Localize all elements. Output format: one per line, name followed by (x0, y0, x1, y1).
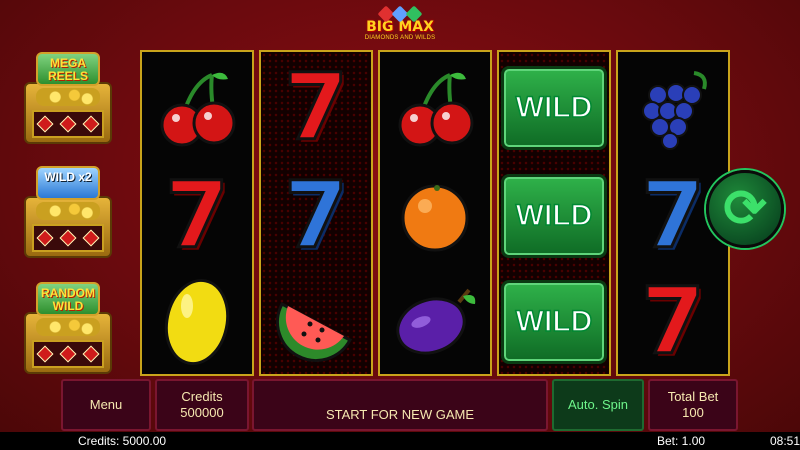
credits-display: Credits 500000 (155, 379, 249, 431)
reel-1: 7 (140, 50, 254, 376)
game-logo: BIG MAX DIAMONDS AND WILDS (355, 5, 445, 48)
status-bet: Bet: 1.00 (657, 434, 706, 448)
total-bet-label: Total Bet (667, 389, 719, 404)
menu-label: Menu (89, 397, 123, 412)
watermelon-icon (261, 268, 371, 376)
feature-label: WILD x2 (36, 166, 100, 200)
wild-label: WILD (515, 198, 593, 233)
treasure-chest-icon (24, 82, 112, 144)
reel-3 (378, 50, 492, 376)
gold-coins-icon (36, 318, 100, 336)
message-panel: START FOR NEW GAME (252, 379, 548, 431)
credits-value: 500000 (180, 405, 224, 420)
seven-glyph: 7 (639, 162, 706, 269)
feature-wild-x2: WILD x2 (18, 166, 118, 266)
feature-mega-reels: MEGA REELS (18, 52, 118, 152)
status-clock: 08:51 (770, 434, 800, 448)
blue-seven-icon: 7 (261, 162, 371, 270)
seven-glyph: 7 (282, 162, 349, 269)
feature-label: RANDOM WILD (36, 282, 100, 316)
status-credits: Credits: 5000.00 (78, 434, 167, 448)
chest-gem-plate (32, 340, 104, 368)
status-bar: Credits: 5000.00 Bet: 1.00 08:51 (0, 432, 800, 450)
reel-2: 7 7 (259, 50, 373, 376)
treasure-chest-icon (24, 196, 112, 258)
red-seven-icon: 7 (142, 162, 252, 270)
wild-label: WILD (515, 90, 593, 125)
autospin-button[interactable]: Auto. Spin (552, 379, 644, 431)
red-seven-icon: 7 (618, 268, 728, 376)
chest-gem-plate (32, 110, 104, 138)
treasure-chest-icon (24, 312, 112, 374)
game-stage: BIG MAX DIAMONDS AND WILDS MEGA REELS WI… (0, 0, 800, 432)
seven-glyph: 7 (163, 162, 230, 269)
cherry-icon (142, 54, 252, 162)
seven-glyph: 7 (639, 268, 706, 375)
reel-4: WILD WILD WILD (497, 50, 611, 376)
seven-glyph: 7 (282, 54, 349, 161)
feature-random-wild: RANDOM WILD (18, 282, 118, 382)
grapes-icon (618, 54, 728, 162)
total-bet-button[interactable]: Total Bet 100 (648, 379, 738, 431)
cherry-icon (380, 54, 490, 162)
chest-gem-plate (32, 224, 104, 252)
autospin-label: Auto. Spin (568, 397, 628, 412)
wild-symbol: WILD (499, 54, 609, 162)
credits-label: Credits (181, 389, 223, 404)
gold-coins-icon (36, 88, 100, 106)
wild-symbol: WILD (499, 268, 609, 376)
game-message: START FOR NEW GAME (325, 407, 475, 422)
wild-symbol: WILD (499, 162, 609, 270)
logo-title: BIG MAX (366, 19, 434, 35)
gold-coins-icon (36, 202, 100, 220)
red-seven-icon: 7 (261, 54, 371, 162)
orange-icon (380, 162, 490, 270)
logo-subtitle: DIAMONDS AND WILDS (364, 35, 436, 41)
spin-button[interactable]: ⟳ (706, 170, 784, 248)
plum-icon (380, 268, 490, 376)
lemon-icon (142, 268, 252, 376)
logo-gems (355, 5, 445, 23)
total-bet-value: 100 (682, 405, 704, 420)
wild-label: WILD (515, 304, 593, 339)
menu-button[interactable]: Menu (61, 379, 151, 431)
feature-label: MEGA REELS (36, 52, 100, 86)
refresh-icon: ⟳ (723, 180, 767, 238)
